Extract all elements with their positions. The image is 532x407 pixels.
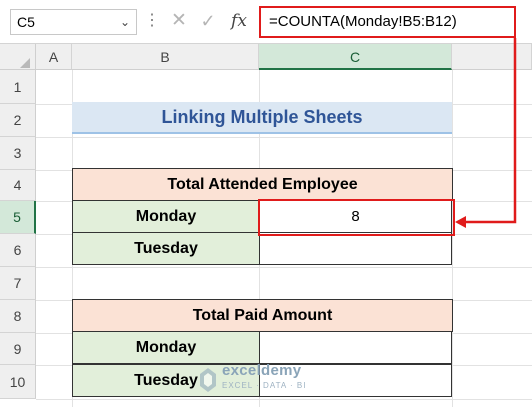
fx-icon[interactable]: fx (226, 8, 252, 34)
row-header-3[interactable]: 3 (0, 137, 36, 170)
watermark-brand: exceldemy (222, 362, 302, 379)
table1-day-cell[interactable]: Tuesday (72, 232, 260, 265)
gridline (36, 267, 532, 268)
row-header-2[interactable]: 2 (0, 104, 36, 137)
column-header-c[interactable]: C (259, 44, 452, 70)
row-header-5[interactable]: 5 (0, 201, 36, 234)
selected-cell-highlight (258, 199, 455, 236)
table1-header[interactable]: Total Attended Employee (72, 168, 453, 201)
select-all-triangle-icon (20, 58, 30, 68)
gridline (36, 137, 532, 138)
watermark-tagline: EXCEL · DATA · BI (222, 381, 307, 390)
column-header-d[interactable] (452, 44, 532, 70)
row-header-1[interactable]: 1 (0, 70, 36, 104)
row-header-7[interactable]: 7 (0, 267, 36, 300)
gridline (452, 70, 453, 407)
row-header-9[interactable]: 9 (0, 333, 36, 365)
vertical-dots-icon[interactable]: ⋮ (144, 9, 160, 35)
cross-icon[interactable]: ✕ (168, 8, 190, 34)
column-header-a[interactable]: A (36, 44, 72, 70)
row-header-6[interactable]: 6 (0, 234, 36, 267)
row-header-4[interactable]: 4 (0, 170, 36, 201)
row-header-8[interactable]: 8 (0, 300, 36, 333)
select-all-corner[interactable] (0, 44, 36, 70)
row-header-10[interactable]: 10 (0, 365, 36, 399)
check-icon[interactable]: ✓ (197, 8, 219, 34)
table2-header[interactable]: Total Paid Amount (72, 299, 453, 332)
formula-input[interactable]: =COUNTA(Monday!B5:B12) (259, 6, 516, 38)
table1-day-cell[interactable]: Monday (72, 200, 260, 233)
sheet-title[interactable]: Linking Multiple Sheets (72, 102, 452, 134)
table1-value-cell[interactable] (259, 232, 452, 265)
chevron-down-icon[interactable]: ⌄ (114, 9, 136, 35)
column-header-b[interactable]: B (72, 44, 259, 70)
